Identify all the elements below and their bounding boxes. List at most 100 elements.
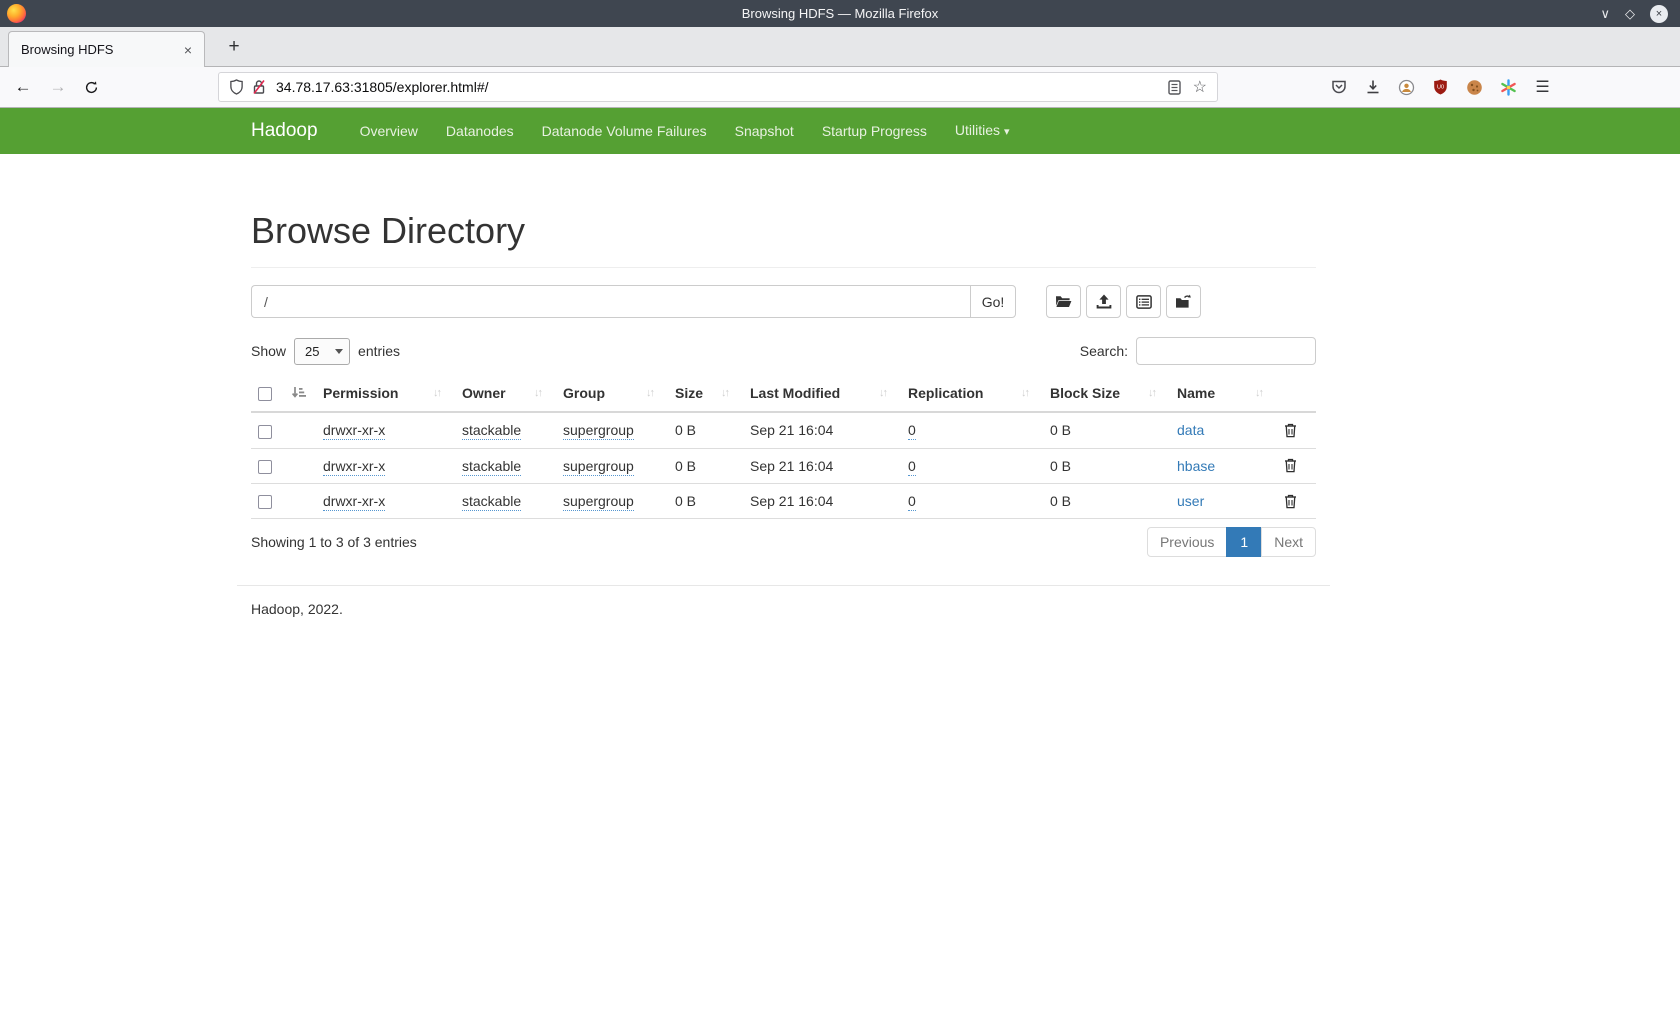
bookmark-star-icon[interactable]: ☆: [1193, 77, 1207, 97]
window-titlebar: Browsing HDFS — Mozilla Firefox ∨ ◇ ×: [0, 0, 1680, 27]
permission-value[interactable]: drwxr-xr-x: [323, 422, 385, 440]
column-header-group[interactable]: Group↓↑: [553, 377, 665, 412]
pagination-next[interactable]: Next: [1261, 527, 1316, 557]
browser-tab[interactable]: Browsing HDFS ×: [8, 31, 205, 67]
tracking-shield-icon[interactable]: [229, 79, 244, 95]
upload-files-button[interactable]: [1086, 285, 1121, 318]
colorful-asterisk-icon[interactable]: [1500, 79, 1517, 96]
group-value[interactable]: supergroup: [563, 422, 634, 440]
list-alt-icon: [1136, 295, 1152, 309]
go-button[interactable]: Go!: [970, 285, 1016, 318]
table-controls-row: Show 25 entries Search:: [251, 337, 1316, 365]
size-value: 0 B: [675, 422, 696, 438]
pagination: Previous 1 Next: [1147, 527, 1316, 557]
nav-utilities-label: Utilities: [955, 122, 1000, 138]
pagination-page-1[interactable]: 1: [1226, 527, 1262, 557]
replication-value[interactable]: 0: [908, 493, 916, 511]
column-header-block-size[interactable]: Block Size↓↑: [1040, 377, 1167, 412]
block-size-value: 0 B: [1050, 493, 1071, 509]
select-all-checkbox[interactable]: [258, 387, 272, 401]
pagination-previous[interactable]: Previous: [1147, 527, 1227, 557]
owner-value[interactable]: stackable: [462, 493, 521, 511]
path-row: Go!: [251, 285, 1316, 318]
reader-mode-icon[interactable]: [1168, 80, 1181, 95]
create-directory-button[interactable]: [1046, 285, 1081, 318]
insecure-lock-icon[interactable]: [252, 79, 266, 95]
row-checkbox[interactable]: [258, 425, 272, 439]
window-minimize-icon[interactable]: ∨: [1600, 7, 1610, 20]
row-checkbox[interactable]: [258, 495, 272, 509]
trash-icon[interactable]: [1284, 494, 1306, 509]
replication-value[interactable]: 0: [908, 422, 916, 440]
entries-label: entries: [358, 343, 400, 359]
nav-item-snapshot[interactable]: Snapshot: [721, 108, 808, 154]
sort-amount-asc-icon[interactable]: [291, 386, 303, 400]
back-icon[interactable]: ←: [8, 67, 38, 107]
column-header-permission[interactable]: Permission↓↑: [313, 377, 452, 412]
nav-item-overview[interactable]: Overview: [346, 108, 432, 154]
folder-move-icon: [1175, 294, 1192, 309]
move-paste-button[interactable]: [1166, 285, 1201, 318]
directory-path-input[interactable]: [251, 285, 970, 318]
search-label: Search:: [1080, 343, 1128, 359]
page-size-value: 25: [305, 344, 319, 359]
nav-item-utilities[interactable]: Utilities▾: [941, 107, 1024, 155]
url-text[interactable]: 34.78.17.63:31805/explorer.html#/: [276, 79, 1168, 95]
column-header-owner[interactable]: Owner↓↑: [452, 377, 553, 412]
hadoop-navbar: Hadoop Overview Datanodes Datanode Volum…: [0, 108, 1680, 154]
nav-item-datanode-volume-failures[interactable]: Datanode Volume Failures: [528, 108, 721, 154]
directory-link[interactable]: hbase: [1177, 458, 1215, 474]
table-row: drwxr-xr-x stackable supergroup 0 B Sep …: [251, 483, 1316, 518]
owner-value[interactable]: stackable: [462, 422, 521, 440]
page-footer: Hadoop, 2022.: [251, 601, 343, 617]
permission-value[interactable]: drwxr-xr-x: [323, 458, 385, 476]
tab-close-icon[interactable]: ×: [184, 42, 192, 58]
search-input[interactable]: [1136, 337, 1316, 365]
cookie-icon[interactable]: [1466, 79, 1483, 96]
block-size-value: 0 B: [1050, 422, 1071, 438]
pocket-icon[interactable]: [1330, 79, 1347, 96]
column-header-name[interactable]: Name↓↑: [1167, 377, 1274, 412]
ublock-shield-icon[interactable]: U0: [1432, 79, 1449, 96]
select-caret-icon: [335, 349, 343, 354]
group-value[interactable]: supergroup: [563, 458, 634, 476]
forward-icon[interactable]: →: [43, 67, 73, 107]
sort-icons: ↓↑: [433, 387, 442, 399]
chevron-down-icon: ▾: [1004, 109, 1010, 155]
upload-icon: [1096, 294, 1112, 309]
window-close-icon[interactable]: ×: [1650, 5, 1668, 23]
new-tab-button[interactable]: +: [219, 27, 249, 67]
hadoop-brand[interactable]: Hadoop: [251, 120, 318, 142]
size-value: 0 B: [675, 493, 696, 509]
modified-value: Sep 21 16:04: [750, 493, 833, 509]
account-container-icon[interactable]: [1398, 79, 1415, 96]
directory-link[interactable]: data: [1177, 422, 1204, 438]
trash-icon[interactable]: [1284, 423, 1306, 438]
size-value: 0 B: [675, 458, 696, 474]
row-checkbox[interactable]: [258, 460, 272, 474]
window-maximize-icon[interactable]: ◇: [1625, 7, 1635, 20]
directory-link[interactable]: user: [1177, 493, 1204, 509]
show-label: Show: [251, 343, 286, 359]
nav-item-datanodes[interactable]: Datanodes: [432, 108, 528, 154]
nav-item-startup-progress[interactable]: Startup Progress: [808, 108, 941, 154]
sort-icons: ↓↑: [646, 387, 655, 399]
column-header-last-modified[interactable]: Last Modified↓↑: [740, 377, 898, 412]
page-title: Browse Directory: [251, 211, 1316, 251]
set-quota-button[interactable]: [1126, 285, 1161, 318]
column-header-size[interactable]: Size↓↑: [665, 377, 740, 412]
table-row: drwxr-xr-x stackable supergroup 0 B Sep …: [251, 412, 1316, 448]
owner-value[interactable]: stackable: [462, 458, 521, 476]
page-size-select[interactable]: 25: [294, 338, 350, 365]
group-value[interactable]: supergroup: [563, 493, 634, 511]
window-title: Browsing HDFS — Mozilla Firefox: [0, 0, 1680, 27]
downloads-icon[interactable]: [1364, 79, 1381, 96]
trash-icon[interactable]: [1284, 458, 1306, 473]
reload-icon[interactable]: [76, 67, 106, 107]
permission-value[interactable]: drwxr-xr-x: [323, 493, 385, 511]
menu-hamburger-icon[interactable]: ☰: [1534, 79, 1551, 96]
column-header-replication[interactable]: Replication↓↑: [898, 377, 1040, 412]
replication-value[interactable]: 0: [908, 458, 916, 476]
url-bar[interactable]: 34.78.17.63:31805/explorer.html#/ ☆: [218, 72, 1218, 102]
entries-info: Showing 1 to 3 of 3 entries: [251, 534, 417, 550]
